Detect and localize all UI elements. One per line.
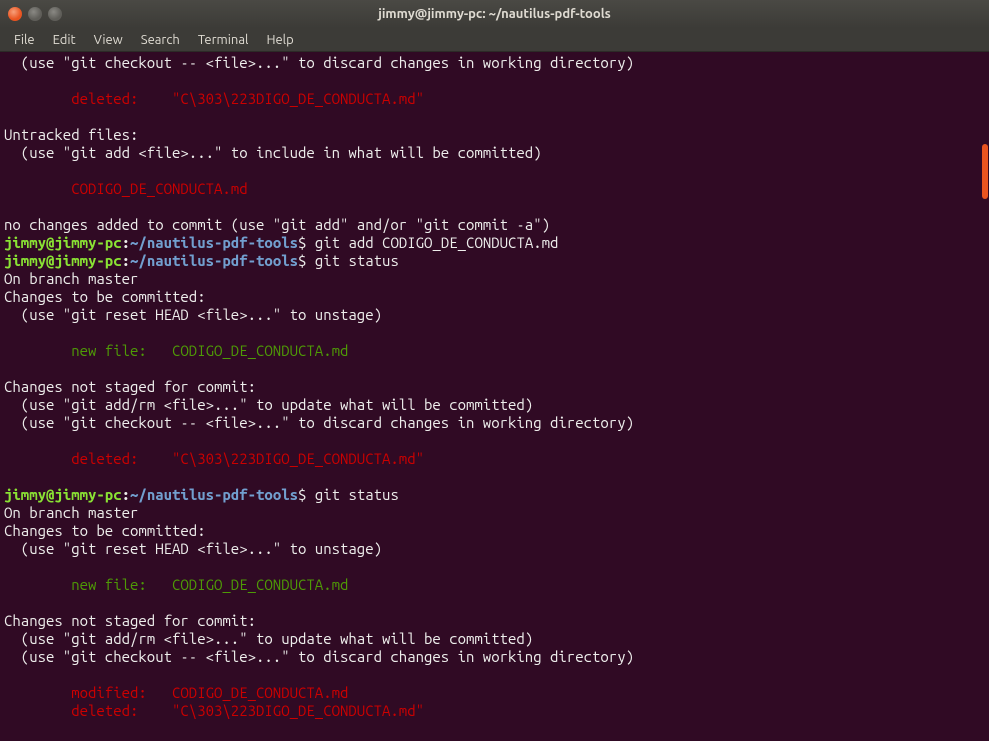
scrollbar-track[interactable] [981,52,989,741]
output-line: (use "git add/rm <file>..." to update wh… [4,396,533,413]
prompt-colon: : [122,486,130,503]
output-line: On branch master [4,270,138,287]
menu-help[interactable]: Help [258,31,301,49]
prompt-userhost: jimmy@jimmy-pc [4,234,122,251]
output-line: new file: CODIGO_DE_CONDUCTA.md [4,342,348,359]
terminal-output[interactable]: (use "git checkout -- <file>..." to disc… [0,52,989,741]
command-text: git status [306,486,398,503]
output-line: new file: CODIGO_DE_CONDUCTA.md [4,576,348,593]
output-line: (use "git reset HEAD <file>..." to unsta… [4,540,382,557]
output-line: Changes not staged for commit: [4,378,256,395]
output-line: CODIGO_DE_CONDUCTA.md [4,180,248,197]
menu-terminal[interactable]: Terminal [190,31,257,49]
output-line: (use "git reset HEAD <file>..." to unsta… [4,306,382,323]
output-line: (use "git checkout -- <file>..." to disc… [4,54,634,71]
output-line: no changes added to commit (use "git add… [4,216,550,233]
prompt-userhost: jimmy@jimmy-pc [4,486,122,503]
output-line: deleted: "C\303\223DIGO_DE_CONDUCTA.md" [4,450,424,467]
maximize-icon[interactable] [48,7,62,21]
window-controls [8,7,62,21]
prompt-path: ~/nautilus-pdf-tools [130,486,298,503]
output-line: (use "git checkout -- <file>..." to disc… [4,648,634,665]
window-title: jimmy@jimmy-pc: ~/nautilus-pdf-tools [378,7,611,21]
output-line: deleted: "C\303\223DIGO_DE_CONDUCTA.md" [4,90,424,107]
output-line: deleted: "C\303\223DIGO_DE_CONDUCTA.md" [4,702,424,719]
menu-file[interactable]: File [6,31,43,49]
output-line: Changes to be committed: [4,288,206,305]
menu-view[interactable]: View [86,31,131,49]
scrollbar-thumb[interactable] [982,144,988,199]
minimize-icon[interactable] [28,7,42,21]
output-line: (use "git add <file>..." to include in w… [4,144,542,161]
output-line: Changes not staged for commit: [4,612,256,629]
prompt-colon: : [122,252,130,269]
menubar: File Edit View Search Terminal Help [0,28,989,52]
command-text: git status [306,252,398,269]
output-line: Untracked files: [4,126,138,143]
prompt-path: ~/nautilus-pdf-tools [130,234,298,251]
prompt-path: ~/nautilus-pdf-tools [130,252,298,269]
prompt-userhost: jimmy@jimmy-pc [4,252,122,269]
output-line: On branch master [4,504,138,521]
menu-edit[interactable]: Edit [45,31,84,49]
menu-search[interactable]: Search [133,31,188,49]
prompt-colon: : [122,234,130,251]
close-icon[interactable] [8,7,22,21]
output-line: (use "git checkout -- <file>..." to disc… [4,414,634,431]
command-text: git add CODIGO_DE_CONDUCTA.md [306,234,558,251]
window-titlebar: jimmy@jimmy-pc: ~/nautilus-pdf-tools [0,0,989,28]
output-line: (use "git add/rm <file>..." to update wh… [4,630,533,647]
output-line: Changes to be committed: [4,522,206,539]
output-line: modified: CODIGO_DE_CONDUCTA.md [4,684,348,701]
